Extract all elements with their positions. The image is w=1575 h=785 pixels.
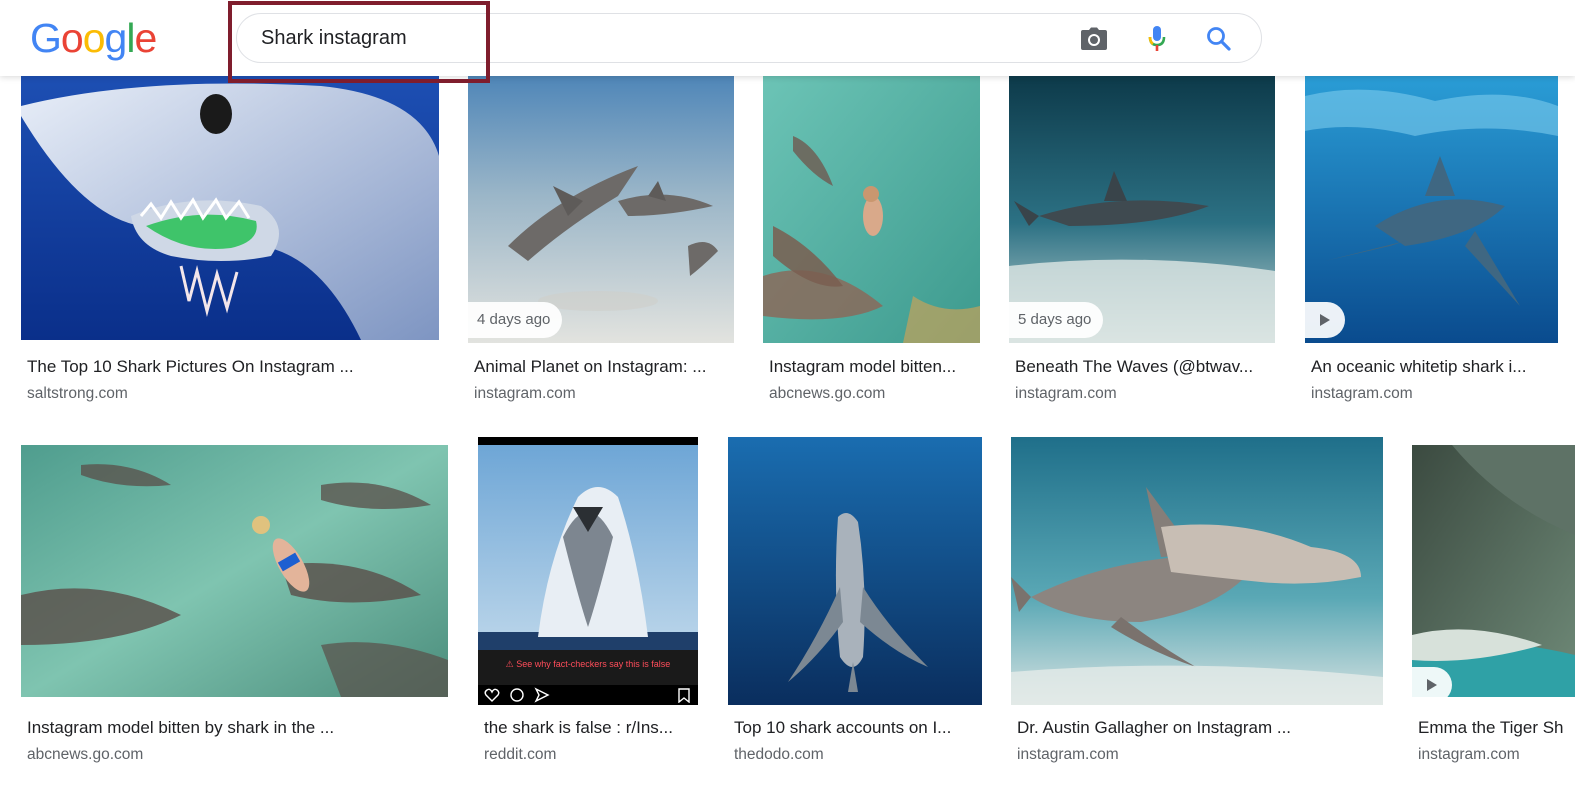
result-source[interactable]: saltstrong.com bbox=[27, 384, 432, 404]
result-image-oceanic-whitetip[interactable] bbox=[1305, 76, 1558, 343]
logo-letter: e bbox=[134, 15, 157, 61]
logo-letter: l bbox=[126, 15, 135, 61]
fact-check-warning[interactable]: ⚠ See why fact-checkers say this is fals… bbox=[478, 659, 698, 670]
result-title[interactable]: Instagram model bitten... bbox=[769, 356, 977, 378]
result-tile[interactable]: ⚠ See why fact-checkers say this is fals… bbox=[478, 437, 698, 785]
result-image-tiger-shark-closeup[interactable] bbox=[1412, 445, 1575, 697]
result-title[interactable]: Animal Planet on Instagram: ... bbox=[474, 356, 728, 378]
result-image-fake-shark-post[interactable]: ⚠ See why fact-checkers say this is fals… bbox=[478, 437, 698, 705]
post-actions bbox=[484, 687, 692, 703]
result-image-tiger-sharks[interactable]: 4 days ago bbox=[468, 76, 734, 343]
search-box[interactable] bbox=[236, 13, 1262, 63]
result-source[interactable]: instagram.com bbox=[1017, 745, 1379, 765]
video-play-badge bbox=[1412, 667, 1452, 697]
result-source[interactable]: instagram.com bbox=[1418, 745, 1575, 765]
result-tile[interactable]: Top 10 shark accounts on I... thedodo.co… bbox=[728, 437, 982, 785]
result-tile[interactable]: The Top 10 Shark Pictures On Instagram .… bbox=[21, 76, 439, 411]
logo-letter: g bbox=[104, 15, 128, 61]
result-title[interactable]: Instagram model bitten by shark in the .… bbox=[27, 717, 442, 739]
result-title[interactable]: Dr. Austin Gallagher on Instagram ... bbox=[1017, 717, 1379, 739]
result-tile[interactable]: Instagram model bitten by shark in the .… bbox=[21, 437, 448, 785]
date-badge: 5 days ago bbox=[1009, 302, 1104, 338]
result-title[interactable]: An oceanic whitetip shark i... bbox=[1311, 356, 1556, 378]
logo-letter: o bbox=[60, 15, 84, 61]
microphone-icon[interactable] bbox=[1142, 24, 1172, 54]
date-badge: 4 days ago bbox=[468, 302, 563, 338]
play-icon bbox=[1320, 314, 1330, 326]
result-source[interactable]: abcnews.go.com bbox=[769, 384, 977, 404]
result-image-reef-shark[interactable]: 5 days ago bbox=[1009, 76, 1275, 343]
result-title[interactable]: The Top 10 Shark Pictures On Instagram .… bbox=[27, 356, 432, 378]
result-tile[interactable]: Emma the Tiger Sh instagram.com bbox=[1412, 437, 1575, 785]
play-icon bbox=[1427, 679, 1437, 691]
result-title[interactable]: Top 10 shark accounts on I... bbox=[734, 717, 980, 739]
result-tile[interactable]: 5 days ago Beneath The Waves (@btwav... … bbox=[1009, 76, 1275, 411]
result-tile[interactable]: An oceanic whitetip shark i... instagram… bbox=[1305, 76, 1558, 411]
result-image-hammerhead[interactable] bbox=[1011, 437, 1383, 705]
result-source[interactable]: abcnews.go.com bbox=[27, 745, 442, 765]
result-source[interactable]: instagram.com bbox=[1015, 384, 1271, 404]
video-play-badge bbox=[1305, 302, 1345, 338]
header: Google bbox=[0, 0, 1575, 76]
result-image-nurse-sharks-model[interactable] bbox=[763, 76, 980, 343]
result-source[interactable]: instagram.com bbox=[1311, 384, 1556, 404]
result-image-mako-shark[interactable] bbox=[21, 76, 439, 340]
result-image-model-with-sharks[interactable] bbox=[21, 445, 448, 697]
result-title[interactable]: Emma the Tiger Sh bbox=[1418, 717, 1575, 739]
result-title[interactable]: Beneath The Waves (@btwav... bbox=[1015, 356, 1271, 378]
result-tile[interactable]: 4 days ago Animal Planet on Instagram: .… bbox=[468, 76, 734, 411]
result-title[interactable]: the shark is false : r/Ins... bbox=[484, 717, 694, 739]
logo-letter: o bbox=[82, 15, 106, 61]
result-source[interactable]: instagram.com bbox=[474, 384, 728, 404]
result-tile[interactable]: Dr. Austin Gallagher on Instagram ... in… bbox=[1011, 437, 1383, 785]
warning-text: See why fact-checkers say this is false bbox=[516, 659, 671, 669]
result-image-great-white[interactable] bbox=[728, 437, 982, 705]
result-source[interactable]: thedodo.com bbox=[734, 745, 980, 765]
camera-icon[interactable] bbox=[1079, 24, 1109, 54]
search-input[interactable] bbox=[261, 14, 1041, 62]
result-source[interactable]: reddit.com bbox=[484, 745, 694, 765]
search-icon[interactable] bbox=[1204, 24, 1234, 54]
google-logo[interactable]: Google bbox=[30, 14, 157, 62]
result-tile[interactable]: Instagram model bitten... abcnews.go.com bbox=[763, 76, 980, 411]
warning-icon: ⚠ bbox=[505, 659, 517, 669]
logo-letter: G bbox=[30, 15, 62, 61]
